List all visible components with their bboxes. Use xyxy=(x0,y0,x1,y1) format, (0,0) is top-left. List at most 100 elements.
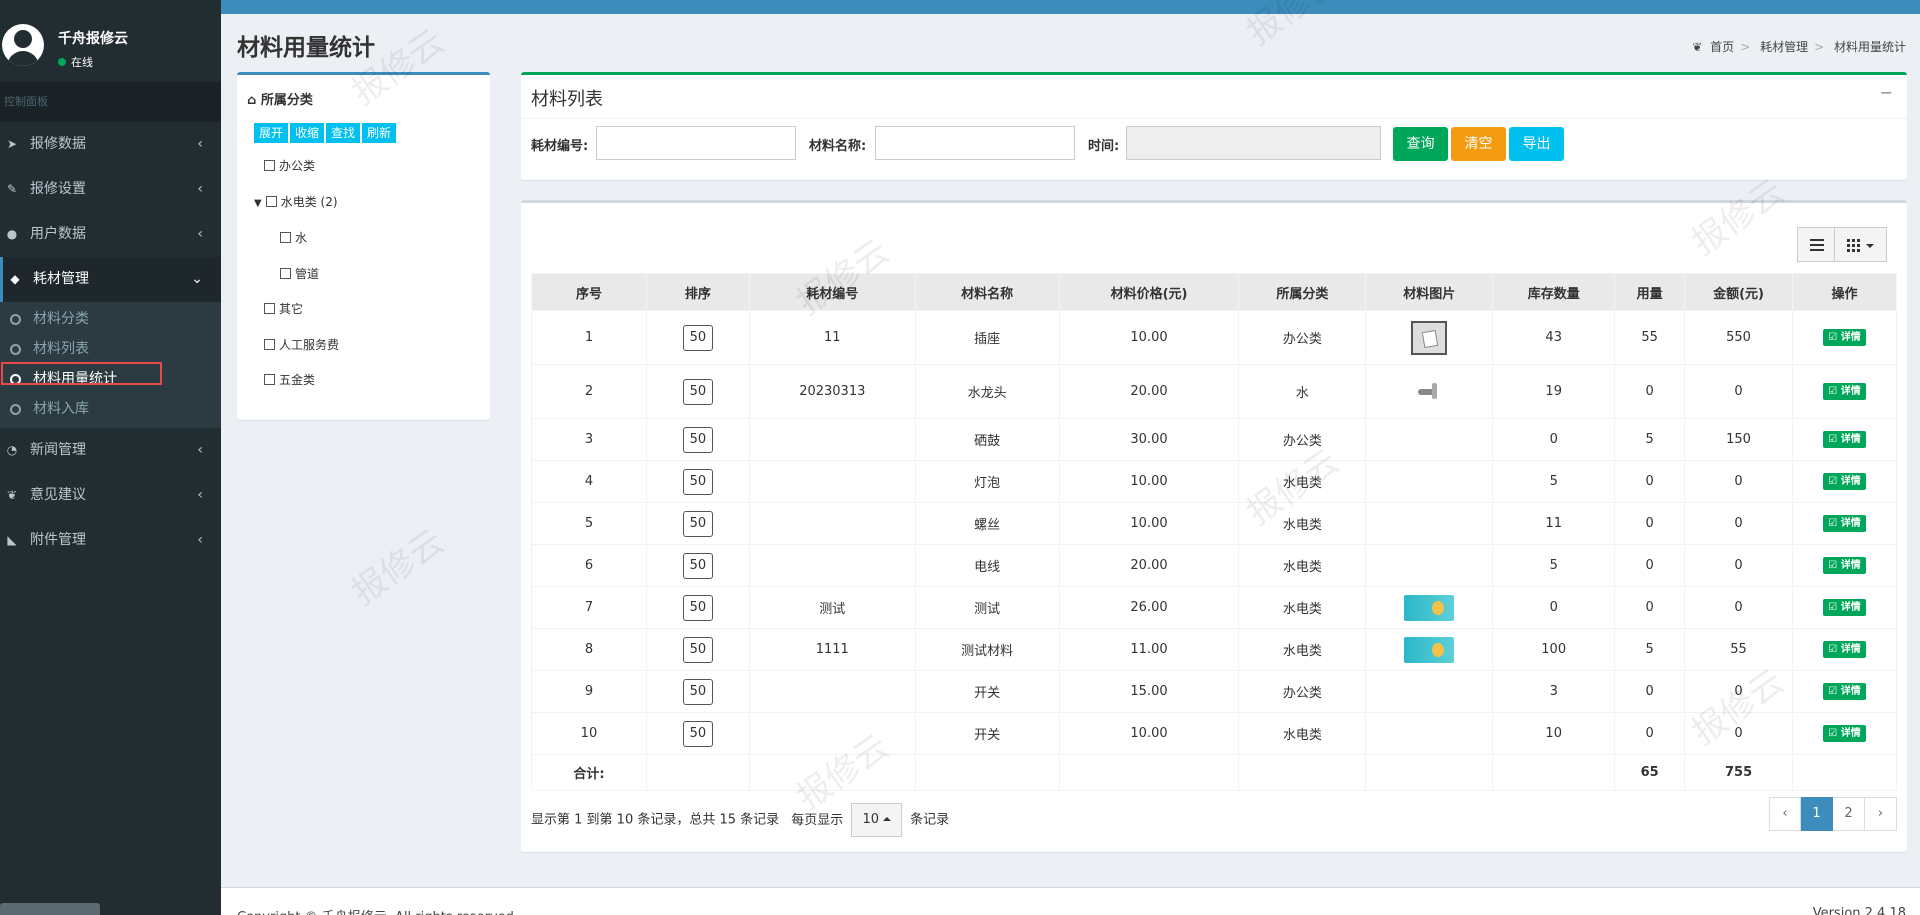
sort-input[interactable]: 50 xyxy=(682,378,713,405)
checkbox[interactable] xyxy=(264,339,275,350)
page-size-dropdown[interactable]: 10 xyxy=(851,803,902,837)
sort-input[interactable]: 50 xyxy=(682,510,713,537)
clear-button[interactable]: 清空 xyxy=(1451,127,1506,161)
chevron-left-icon: ‹ xyxy=(197,532,203,548)
column-header[interactable]: 操作 xyxy=(1792,273,1897,311)
detail-button[interactable]: ☑ 详情 xyxy=(1823,683,1866,700)
menu-item-label: 意见建议 xyxy=(30,487,86,503)
checkbox[interactable] xyxy=(264,374,275,385)
menu-item-repair-data[interactable]: ➤ 报修数据 ‹ xyxy=(0,122,221,167)
sort-input[interactable]: 50 xyxy=(682,720,713,747)
checkbox[interactable] xyxy=(280,268,291,279)
menu-item-material-management[interactable]: ◆ 耗材管理 ⌄ xyxy=(0,257,221,302)
breadcrumb-home[interactable]: 首页 xyxy=(1710,40,1734,54)
checkbox[interactable] xyxy=(264,303,275,314)
tree-node-pipe[interactable]: 管道 xyxy=(280,265,319,282)
material-image[interactable] xyxy=(1411,320,1448,355)
tree-node-water[interactable]: 水 xyxy=(280,229,307,246)
column-header[interactable]: 用量 xyxy=(1614,273,1686,311)
detail-button[interactable]: ☑ 详情 xyxy=(1823,383,1866,400)
material-code-input[interactable] xyxy=(596,126,796,160)
detail-button[interactable]: ☑ 详情 xyxy=(1823,641,1866,658)
checkbox[interactable] xyxy=(265,196,277,207)
cell-action: ☑ 详情 xyxy=(1792,586,1897,629)
menu-item-repair-settings[interactable]: ✎ 报修设置 ‹ xyxy=(0,167,221,212)
column-header[interactable]: 材料名称 xyxy=(914,273,1060,311)
column-header[interactable]: 所属分类 xyxy=(1238,273,1367,311)
export-button[interactable]: 导出 xyxy=(1509,127,1564,161)
cell-image xyxy=(1365,418,1494,461)
submenu-item-material-stock-in[interactable]: 材料入库 xyxy=(0,394,221,424)
checkbox[interactable] xyxy=(280,232,291,243)
cell-price: 20.00 xyxy=(1058,544,1240,587)
column-header[interactable]: 材料价格(元) xyxy=(1058,273,1240,311)
tree-node-office[interactable]: 办公类 xyxy=(264,157,315,174)
submenu-item-material-category[interactable]: 材料分类 xyxy=(0,304,221,334)
column-header[interactable]: 排序 xyxy=(645,273,750,311)
tree-node-hardware[interactable]: 五金类 xyxy=(264,371,315,388)
tree-node-labor[interactable]: 人工服务费 xyxy=(264,336,339,353)
tree-node-water-electric[interactable]: ▼ 水电类 (2) xyxy=(254,193,338,210)
detail-button[interactable]: ☑ 详情 xyxy=(1823,599,1866,616)
material-image[interactable] xyxy=(1414,379,1444,405)
collapse-button[interactable]: 收缩 xyxy=(290,123,325,143)
sort-input[interactable]: 50 xyxy=(682,324,713,351)
cell-no: 8 xyxy=(531,628,647,671)
tree-node-other[interactable]: 其它 xyxy=(264,300,303,317)
time-range-input[interactable] xyxy=(1126,126,1381,160)
material-name-input[interactable] xyxy=(875,126,1075,160)
user-name: 千舟报修云 xyxy=(58,31,128,47)
sort-input[interactable]: 50 xyxy=(682,594,713,621)
menu-item-feedback[interactable]: ❦ 意见建议 ‹ xyxy=(0,473,221,518)
cell-no: 4 xyxy=(531,460,647,503)
cell-image xyxy=(1365,712,1494,755)
cell-code xyxy=(748,502,916,545)
detail-button[interactable]: ☑ 详情 xyxy=(1823,473,1866,490)
column-header[interactable]: 金额(元) xyxy=(1684,273,1794,311)
detail-label: 详情 xyxy=(1840,602,1861,613)
toggle-view-button[interactable] xyxy=(1797,227,1835,262)
column-header[interactable]: 库存数量 xyxy=(1492,273,1616,311)
checkbox[interactable] xyxy=(264,160,275,171)
cell-sort: 50 xyxy=(645,364,750,419)
table-row: 5 50 螺丝 10.00 水电类 11 0 0 ☑ 详情 xyxy=(531,502,1897,545)
search-button[interactable]: 查询 xyxy=(1393,127,1448,161)
cell-category: 办公类 xyxy=(1238,310,1367,365)
column-header[interactable]: 序号 xyxy=(531,273,647,311)
column-header[interactable]: 耗材编号 xyxy=(748,273,916,311)
refresh-button[interactable]: 刷新 xyxy=(362,123,397,143)
menu-item-news-management[interactable]: ◔ 新闻管理 ‹ xyxy=(0,428,221,473)
next-page-button[interactable]: › xyxy=(1865,797,1897,831)
menu-item-attachment-management[interactable]: ◣ 附件管理 ‹ xyxy=(0,518,221,563)
caret-down-icon[interactable]: ▼ xyxy=(254,198,262,209)
expand-button[interactable]: 展开 xyxy=(254,123,289,143)
sort-input[interactable]: 50 xyxy=(682,678,713,705)
sort-input[interactable]: 50 xyxy=(682,636,713,663)
table-header-row: 序号 排序 耗材编号 材料名称 材料价格(元) 所属分类 材料图片 库存数量 用量 金额(元) 操作 xyxy=(531,273,1897,311)
circle-icon xyxy=(10,344,21,355)
detail-button[interactable]: ☑ 详情 xyxy=(1823,725,1866,742)
page-1-button[interactable]: 1 xyxy=(1801,797,1833,831)
submenu-item-material-list[interactable]: 材料列表 xyxy=(0,334,221,364)
page-2-button[interactable]: 2 xyxy=(1833,797,1865,831)
columns-button[interactable] xyxy=(1835,227,1887,262)
minus-icon[interactable]: − xyxy=(1880,83,1893,102)
find-button[interactable]: 查找 xyxy=(326,123,361,143)
caret-down-icon xyxy=(1866,244,1874,248)
sort-input[interactable]: 50 xyxy=(682,426,713,453)
sort-input[interactable]: 50 xyxy=(682,552,713,579)
prev-page-button[interactable]: ‹ xyxy=(1769,797,1801,831)
material-image[interactable] xyxy=(1404,594,1455,621)
edit-icon: ☑ xyxy=(1828,332,1838,343)
breadcrumb-material-management[interactable]: 耗材管理 xyxy=(1760,40,1808,54)
material-image[interactable] xyxy=(1404,636,1455,663)
cell-code: 11 xyxy=(748,310,916,365)
sidebar-bottom-tab xyxy=(0,903,100,915)
detail-button[interactable]: ☑ 详情 xyxy=(1823,329,1866,346)
detail-button[interactable]: ☑ 详情 xyxy=(1823,557,1866,574)
column-header[interactable]: 材料图片 xyxy=(1365,273,1494,311)
detail-button[interactable]: ☑ 详情 xyxy=(1823,515,1866,532)
sort-input[interactable]: 50 xyxy=(682,468,713,495)
menu-item-user-data[interactable]: ● 用户数据 ‹ xyxy=(0,212,221,257)
detail-button[interactable]: ☑ 详情 xyxy=(1823,431,1866,448)
